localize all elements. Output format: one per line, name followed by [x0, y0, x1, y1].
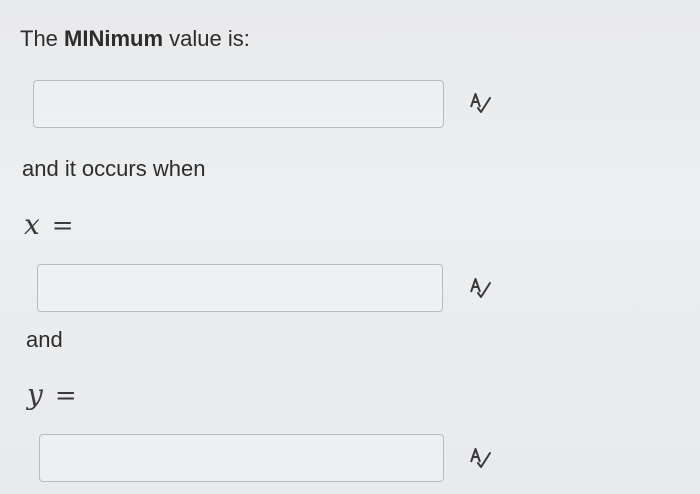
prompt-prefix: The: [20, 26, 65, 51]
y-variable: y: [27, 378, 43, 411]
x-value-input[interactable]: [37, 264, 443, 312]
prompt-suffix: value is:: [163, 26, 250, 51]
x-variable: x: [24, 208, 40, 241]
question-panel: The MINimum value is: and it occurs when…: [0, 0, 700, 494]
y-equals-sign: =: [54, 381, 77, 411]
x-equals-sign: =: [51, 211, 74, 241]
spell-check-icon[interactable]: [467, 89, 493, 115]
x-equals-label: x =: [24, 208, 74, 241]
y-value-input[interactable]: [39, 434, 444, 482]
y-equals-label: y =: [27, 378, 77, 411]
spell-check-icon[interactable]: [467, 444, 493, 470]
spell-check-icon[interactable]: [467, 274, 493, 300]
occurs-label: and it occurs when: [22, 156, 206, 181]
prompt-bold-word: MINimum: [64, 26, 164, 51]
minimum-value-input[interactable]: [33, 80, 444, 128]
minimum-prompt: The MINimum value is:: [20, 26, 250, 52]
and-label: and: [26, 327, 63, 352]
